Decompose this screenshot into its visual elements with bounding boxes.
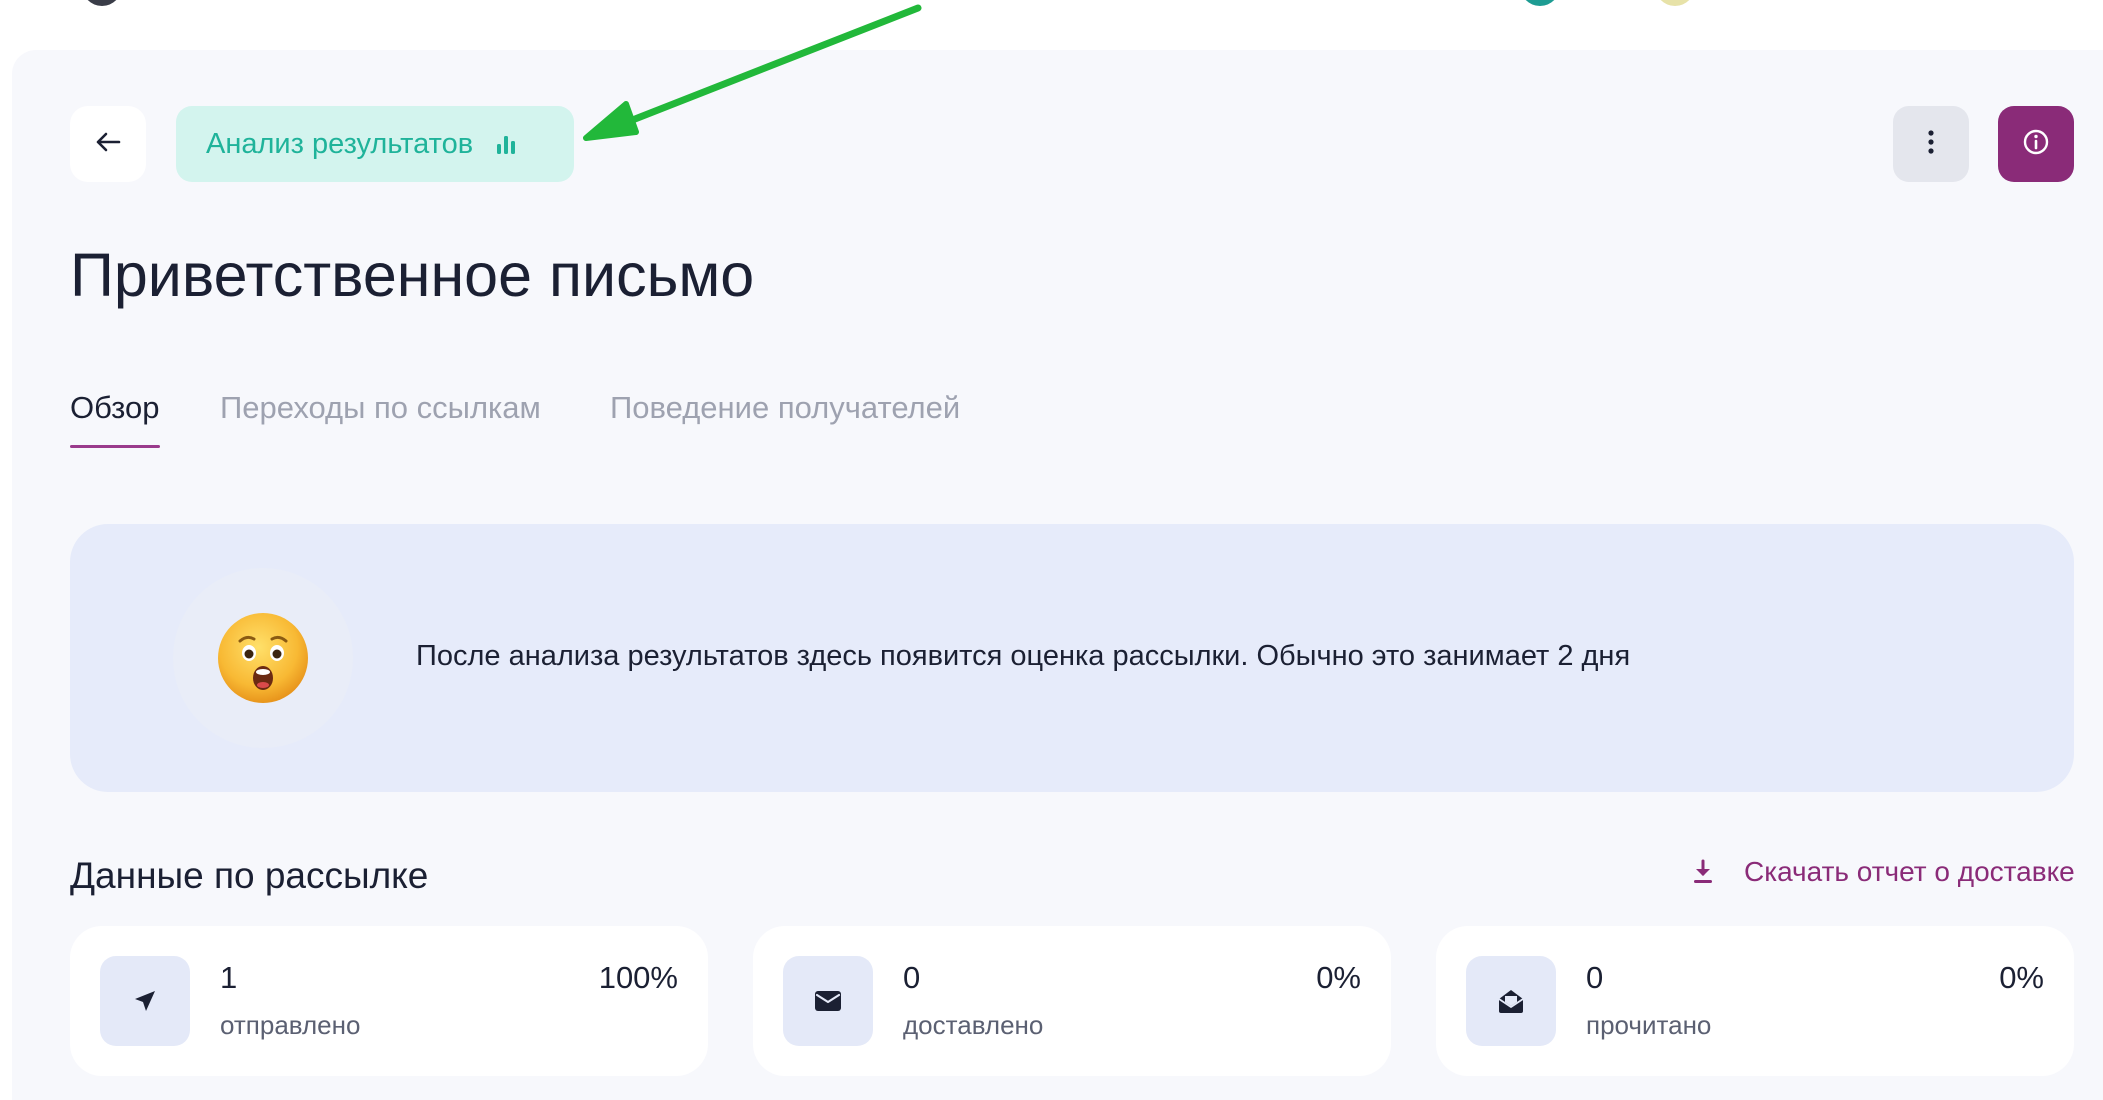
info-icon xyxy=(2022,128,2050,161)
stat-value: 1 xyxy=(220,960,238,995)
analysis-results-chip[interactable]: Анализ результатов xyxy=(176,106,574,182)
avatar xyxy=(1520,0,1560,6)
section-title: Данные по рассылке xyxy=(70,855,429,896)
stat-icon-wrap xyxy=(1466,956,1556,1046)
stat-card-delivered: 0 доставлено 0% xyxy=(753,926,1391,1076)
page-title: Приветственное письмо xyxy=(70,241,755,309)
notice-text: После анализа результатов здесь появится… xyxy=(416,640,1631,672)
top-strip xyxy=(0,0,2103,50)
bar-chart-icon xyxy=(495,133,517,155)
analysis-chip-label: Анализ результатов xyxy=(206,127,474,160)
download-report-link[interactable]: Скачать отчет о доставке xyxy=(1692,852,2075,892)
download-report-label: Скачать отчет о доставке xyxy=(1744,856,2075,887)
stat-icon-wrap xyxy=(100,956,190,1046)
download-icon xyxy=(1692,859,1714,885)
envelope-open-icon xyxy=(1498,990,1524,1013)
analysis-notice: После анализа результатов здесь появится… xyxy=(70,524,2074,792)
stat-label: доставлено xyxy=(903,1010,1044,1040)
envelope-icon xyxy=(815,991,841,1011)
info-button[interactable] xyxy=(1998,106,2074,182)
stat-card-read: 0 прочитано 0% xyxy=(1436,926,2074,1076)
stat-percent: 0% xyxy=(1316,960,1361,995)
emoji-badge xyxy=(173,568,353,748)
stat-percent: 100% xyxy=(598,960,678,995)
avatar xyxy=(1655,0,1695,6)
report-page: Анализ результатов Приветственное письмо… xyxy=(12,50,2103,1100)
avatar xyxy=(82,0,122,6)
tab-overview[interactable]: Обзор xyxy=(70,390,160,448)
stat-label: отправлено xyxy=(220,1010,361,1040)
more-vertical-icon xyxy=(1926,129,1936,160)
stat-icon-wrap xyxy=(783,956,873,1046)
send-icon xyxy=(135,991,155,1011)
tab-link-clicks[interactable]: Переходы по ссылкам xyxy=(220,390,541,448)
tab-recipient-behavior[interactable]: Поведение получателей xyxy=(610,390,960,448)
stat-value: 0 xyxy=(1586,960,1604,995)
back-button[interactable] xyxy=(70,106,146,182)
arrow-left-icon xyxy=(92,126,124,163)
stat-label: прочитано xyxy=(1586,1010,1712,1040)
stat-percent: 0% xyxy=(1999,960,2044,995)
stat-value: 0 xyxy=(903,960,921,995)
stat-card-sent: 1 отправлено 100% xyxy=(70,926,708,1076)
astonished-face-emoji xyxy=(218,613,308,703)
more-options-button[interactable] xyxy=(1893,106,1969,182)
